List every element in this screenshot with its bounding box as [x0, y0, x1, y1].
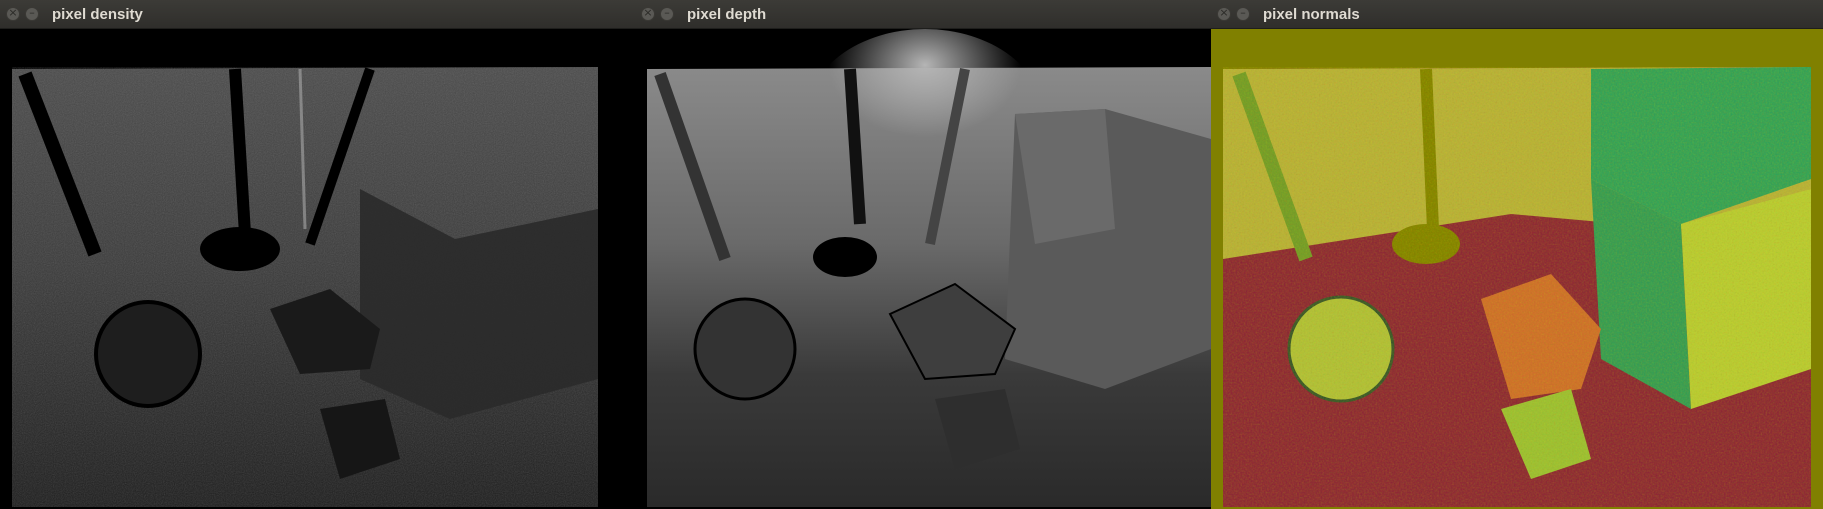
window-pixel-density: × – pixel density [0, 0, 635, 509]
minimize-button[interactable]: – [1236, 6, 1250, 21]
minimize-icon: – [664, 6, 670, 19]
close-button[interactable]: × [1217, 6, 1231, 21]
close-icon: × [1219, 6, 1229, 19]
close-button[interactable]: × [641, 6, 655, 21]
normals-image [1211, 29, 1823, 509]
window-pixel-depth: × – pixel depth [635, 0, 1211, 509]
titlebar: × – pixel normals [1211, 0, 1823, 29]
window-title: pixel normals [1263, 6, 1360, 23]
density-image [0, 29, 635, 509]
minimize-icon: – [1240, 6, 1246, 19]
close-icon: × [8, 6, 18, 19]
window-title: pixel depth [687, 6, 767, 23]
close-button[interactable]: × [6, 6, 20, 21]
close-icon: × [643, 6, 653, 19]
minimize-button[interactable]: – [660, 6, 674, 21]
titlebar: × – pixel density [0, 0, 635, 29]
minimize-button[interactable]: – [25, 6, 39, 21]
window-title: pixel density [52, 6, 143, 23]
minimize-icon: – [29, 6, 35, 19]
depth-image [635, 29, 1211, 509]
window-pixel-normals: × – pixel normals [1211, 0, 1823, 509]
titlebar: × – pixel depth [635, 0, 1211, 29]
